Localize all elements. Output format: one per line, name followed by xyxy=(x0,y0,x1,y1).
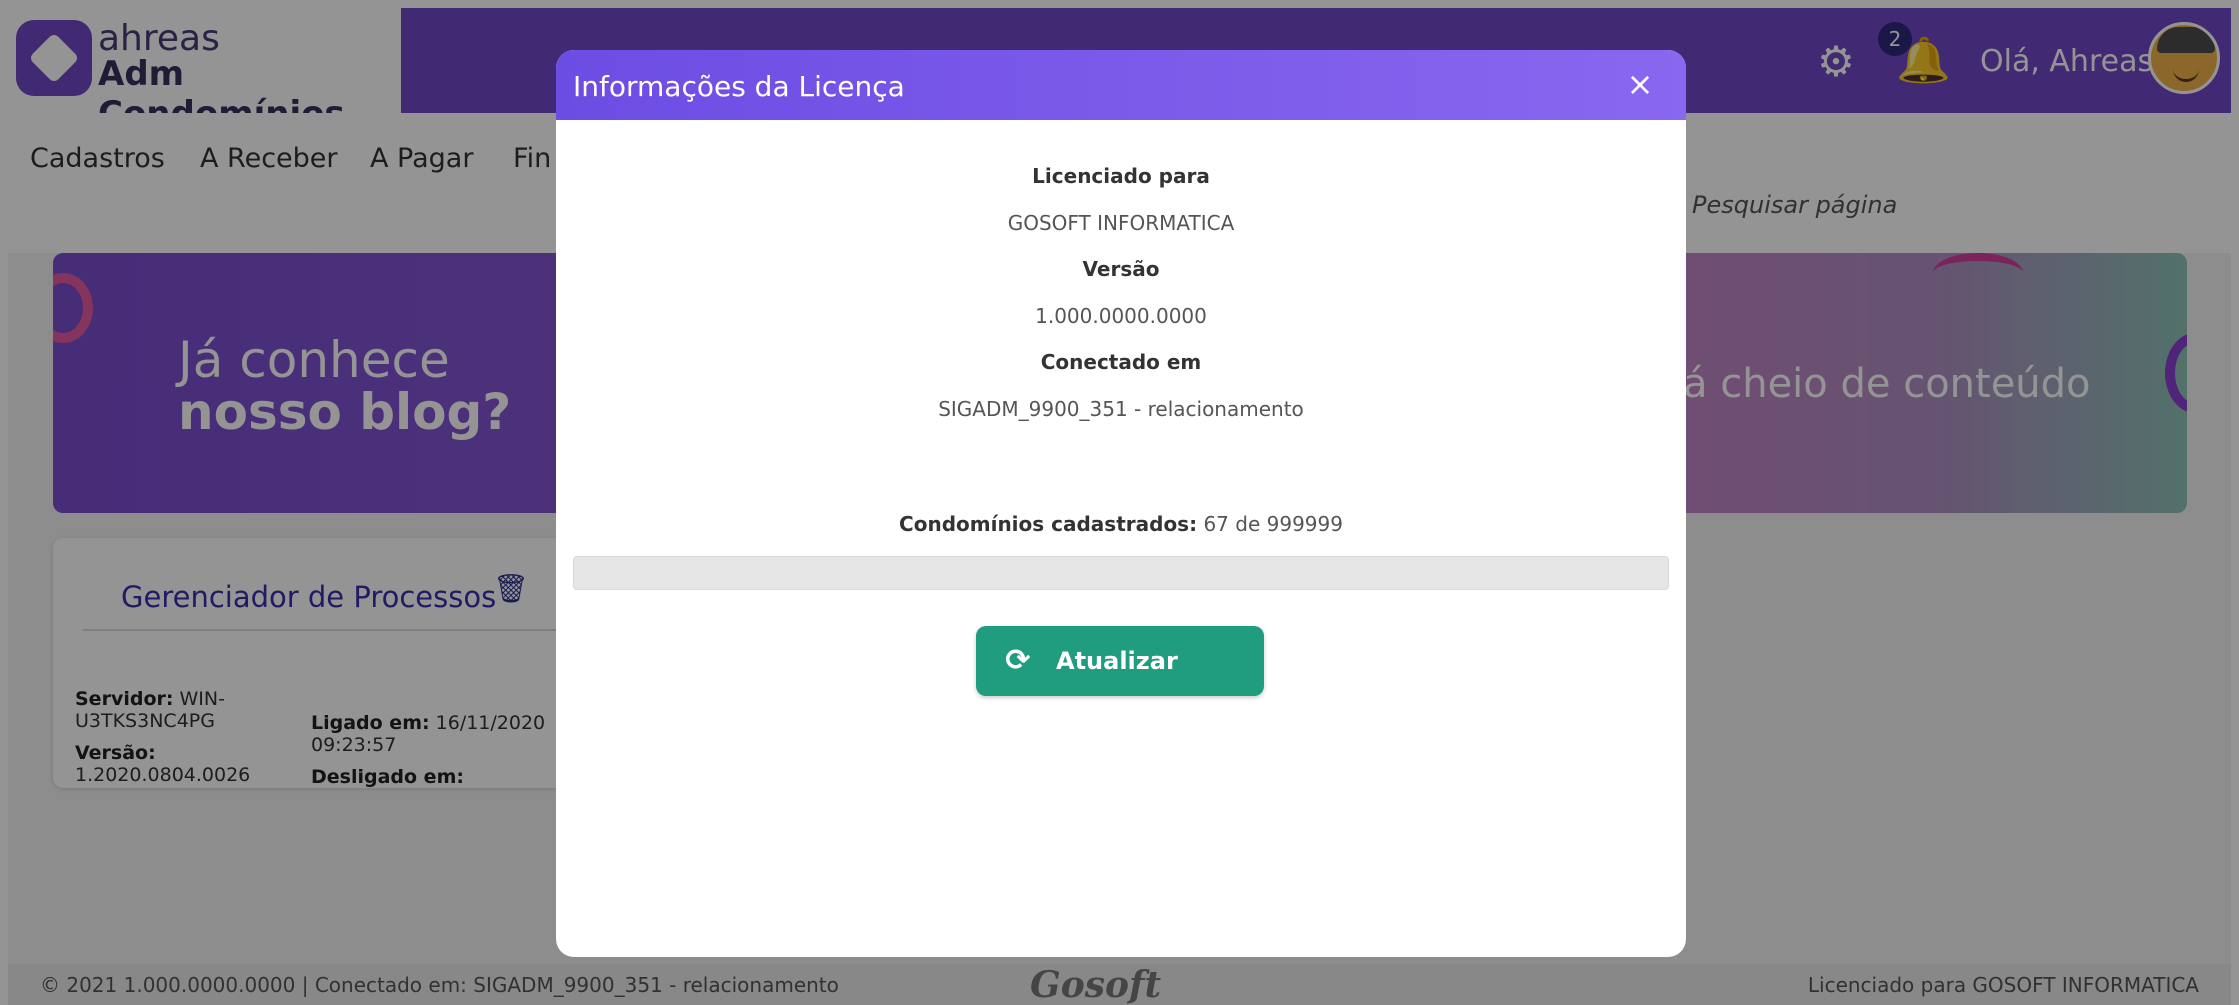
close-icon[interactable]: × xyxy=(1622,64,1658,104)
connected-value: SIGADM_9900_351 - relacionamento xyxy=(938,397,1304,421)
update-license-label: Atualizar Licença xyxy=(1056,647,1178,745)
refresh-icon: ⟳ xyxy=(1005,643,1031,678)
condos-progress-bar xyxy=(573,556,1669,590)
license-modal: Informações da Licença × Licenciado para… xyxy=(556,50,1686,957)
version-value: 1.000.0000.0000 xyxy=(1035,304,1207,328)
condos-label: Condomínios cadastrados: xyxy=(899,512,1198,536)
connected-label: Conectado em xyxy=(1040,350,1202,374)
licensed-value: GOSOFT INFORMATICA xyxy=(1007,211,1235,235)
modal-header: Informações da Licença × xyxy=(556,50,1686,120)
update-license-button[interactable]: ⟳ Atualizar Licença xyxy=(976,626,1264,745)
condos-count: Condomínios cadastrados: 67 de 999999 xyxy=(556,512,1686,536)
modal-title: Informações da Licença xyxy=(573,70,905,103)
licensed-label: Licenciado para xyxy=(1032,164,1210,188)
version-label: Versão xyxy=(1082,257,1160,281)
condos-value: 67 de 999999 xyxy=(1203,512,1343,536)
